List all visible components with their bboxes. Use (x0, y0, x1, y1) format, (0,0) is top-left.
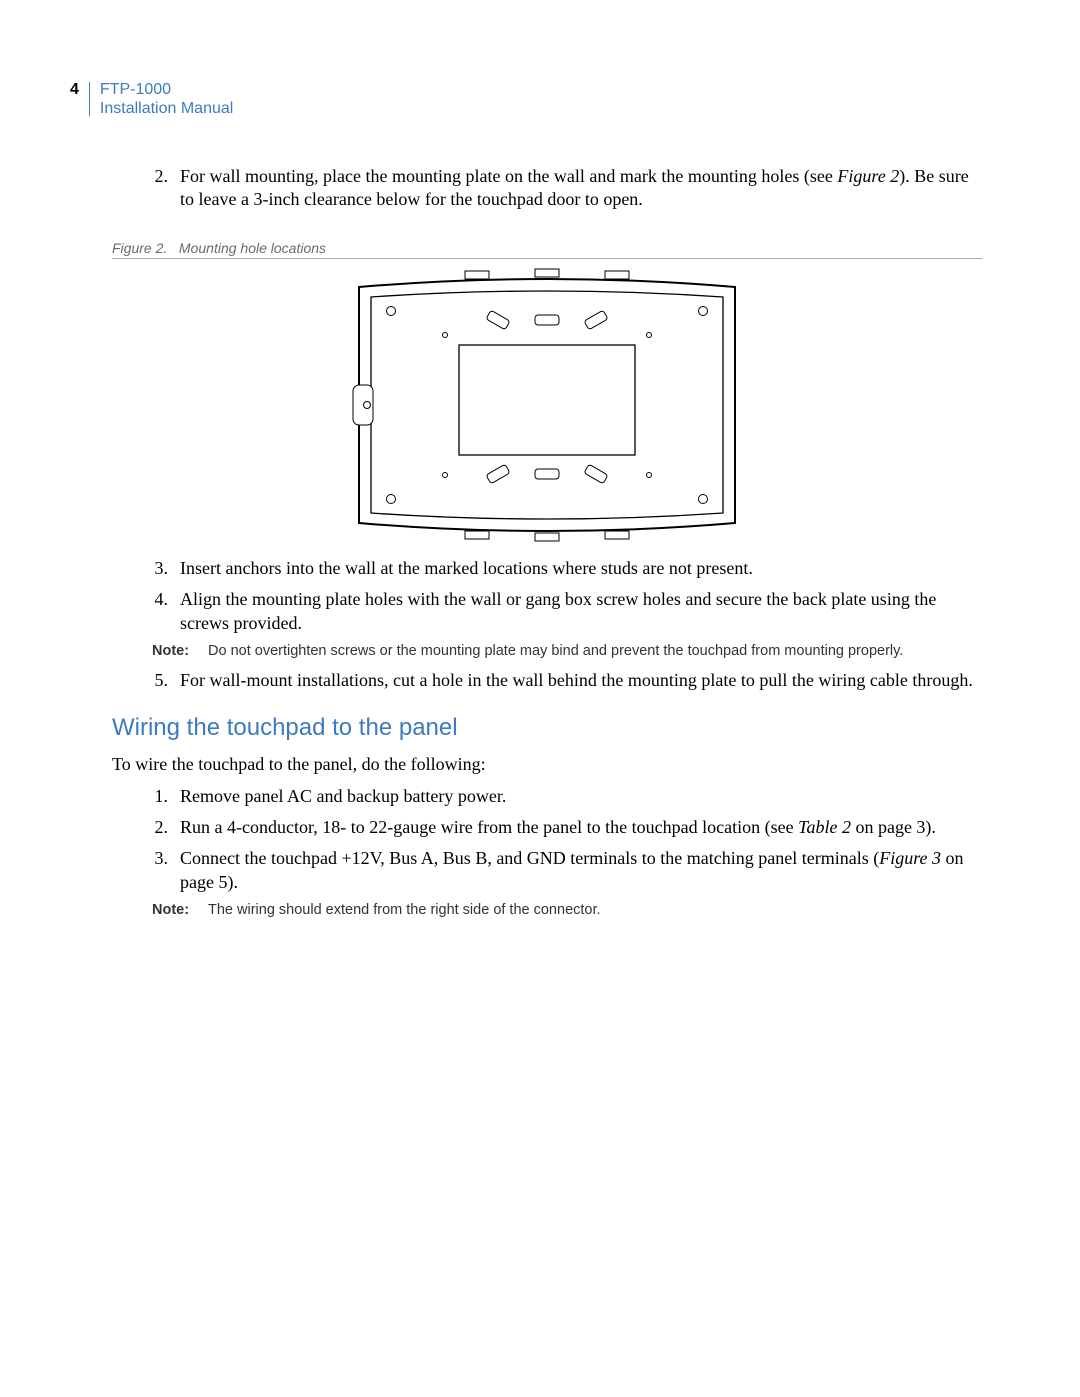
list-item: 1. Remove panel AC and backup battery po… (140, 785, 982, 808)
step-number: 4. (140, 588, 180, 635)
list-item: 3. Connect the touchpad +12V, Bus A, Bus… (140, 847, 982, 894)
step-text: For wall-mount installations, cut a hole… (180, 669, 982, 692)
note: Note: Do not overtighten screws or the m… (152, 643, 982, 659)
product-name: FTP-1000 (100, 81, 171, 98)
horizontal-rule (112, 258, 982, 259)
header-separator (89, 82, 90, 116)
step-number: 2. (140, 165, 180, 212)
figure-title: Mounting hole locations (179, 240, 326, 256)
table-reference: Table 2 (798, 817, 851, 837)
note: Note: The wiring should extend from the … (152, 902, 982, 918)
step-text: Remove panel AC and backup battery power… (180, 785, 982, 808)
note-label: Note: (152, 643, 208, 659)
step-number: 3. (140, 847, 180, 894)
note-label: Note: (152, 902, 208, 918)
manual-subtitle: Installation Manual (100, 100, 233, 117)
step-text: Run a 4-conductor, 18- to 22-gauge wire … (180, 816, 982, 839)
note-text: Do not overtighten screws or the mountin… (208, 643, 982, 659)
page-number: 4 (70, 80, 89, 99)
figure-reference: Figure 2 (837, 166, 899, 186)
page-header: 4 FTP-1000 Installation Manual (70, 80, 233, 118)
list-item: 2. For wall mounting, place the mounting… (140, 165, 982, 212)
paragraph: To wire the touchpad to the panel, do th… (112, 752, 982, 776)
page-content: 2. For wall mounting, place the mounting… (112, 165, 982, 928)
section-heading: Wiring the touchpad to the panel (112, 714, 982, 742)
mounting-plate-diagram-icon (347, 265, 747, 545)
step-number: 2. (140, 816, 180, 839)
step-number: 3. (140, 557, 180, 580)
list-item: 3. Insert anchors into the wall at the m… (140, 557, 982, 580)
note-text: The wiring should extend from the right … (208, 902, 982, 918)
list-item: 2. Run a 4-conductor, 18- to 22-gauge wi… (140, 816, 982, 839)
figure (112, 265, 982, 545)
figure-reference: Figure 3 (879, 848, 941, 868)
step-number: 5. (140, 669, 180, 692)
step-text: Align the mounting plate holes with the … (180, 588, 982, 635)
step-text: Insert anchors into the wall at the mark… (180, 557, 982, 580)
document-page: 4 FTP-1000 Installation Manual 2. For wa… (0, 0, 1080, 1397)
list-item: 5. For wall-mount installations, cut a h… (140, 669, 982, 692)
list-item: 4. Align the mounting plate holes with t… (140, 588, 982, 635)
figure-caption: Figure 2. Mounting hole locations (112, 240, 982, 256)
header-title: FTP-1000 Installation Manual (100, 80, 233, 118)
step-text: Connect the touchpad +12V, Bus A, Bus B,… (180, 847, 982, 894)
figure-label: Figure 2. (112, 240, 167, 256)
step-number: 1. (140, 785, 180, 808)
step-text: For wall mounting, place the mounting pl… (180, 165, 982, 212)
